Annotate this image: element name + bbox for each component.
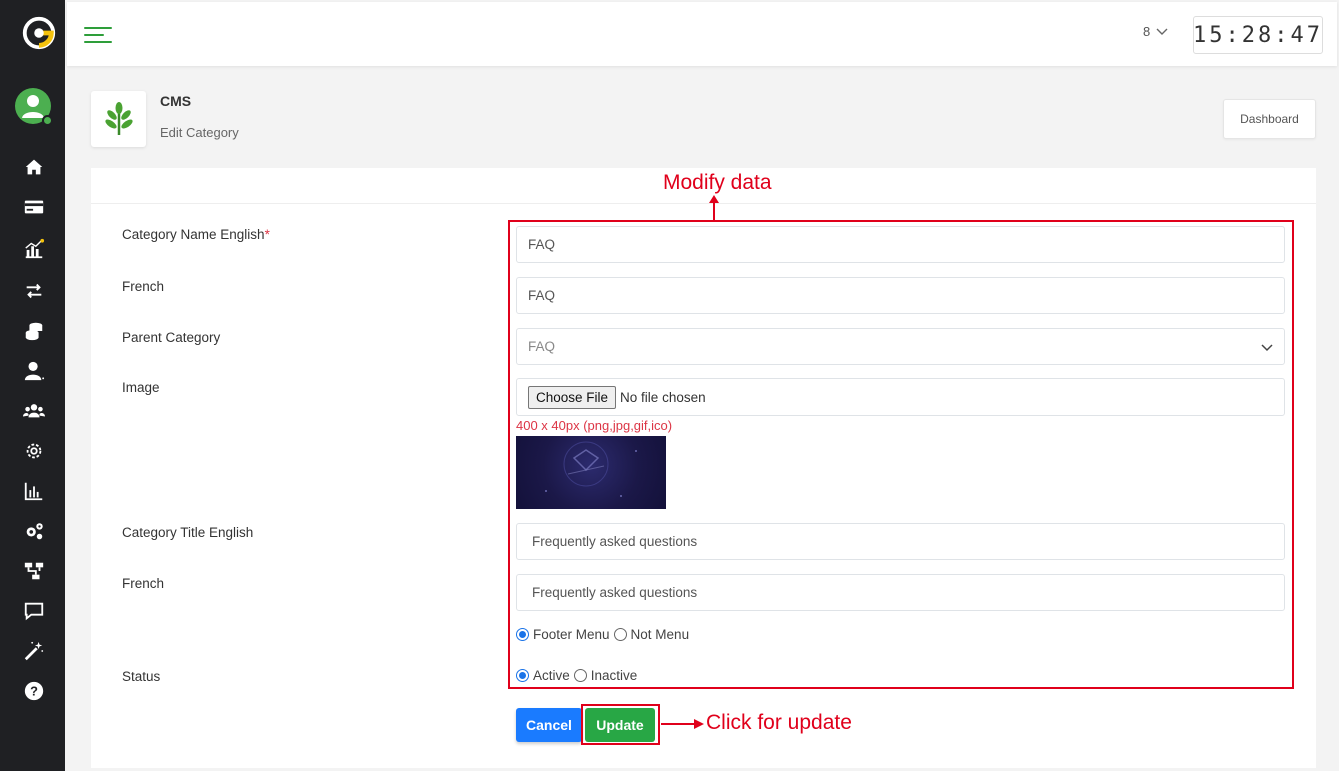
cogs-icon[interactable] bbox=[22, 519, 46, 543]
chevron-down-icon bbox=[1156, 28, 1168, 35]
category-name-label: Category Name English* bbox=[122, 227, 270, 242]
update-highlight-box bbox=[581, 704, 660, 745]
help-icon[interactable]: ? bbox=[22, 679, 46, 703]
arrow-up-icon bbox=[709, 195, 719, 221]
category-title-label: Category Title English bbox=[122, 525, 254, 540]
leaf-icon bbox=[104, 102, 133, 135]
sidebar: ? bbox=[0, 0, 65, 771]
cancel-button[interactable]: Cancel bbox=[516, 708, 582, 742]
online-status-dot bbox=[42, 115, 53, 126]
user-initial: 8 bbox=[1143, 24, 1151, 39]
coins-icon[interactable] bbox=[22, 319, 46, 343]
module-logo bbox=[91, 91, 146, 147]
arrow-right-icon bbox=[661, 719, 704, 729]
card-divider bbox=[91, 203, 1316, 204]
menu-toggle-icon[interactable] bbox=[84, 24, 114, 46]
image-label: Image bbox=[122, 380, 160, 395]
page-subtitle: Edit Category bbox=[160, 125, 239, 140]
bar-chart-icon[interactable] bbox=[22, 479, 46, 503]
comment-icon[interactable] bbox=[22, 599, 46, 623]
french-title-label: French bbox=[122, 576, 165, 591]
svg-text:?: ? bbox=[30, 684, 38, 699]
page-title: CMS bbox=[160, 93, 192, 109]
magic-wand-icon[interactable] bbox=[22, 639, 46, 663]
required-mark: * bbox=[264, 227, 270, 242]
update-annotation: Click for update bbox=[706, 711, 852, 734]
user-menu[interactable]: 8 bbox=[1143, 24, 1168, 39]
dashboard-button[interactable]: Dashboard bbox=[1223, 99, 1316, 139]
analytics-icon[interactable] bbox=[22, 237, 46, 261]
user-avatar[interactable] bbox=[15, 88, 53, 126]
top-bar: 8 15:28:47 bbox=[67, 2, 1337, 66]
transfer-icon[interactable] bbox=[22, 279, 46, 303]
users-icon[interactable] bbox=[22, 399, 46, 423]
french-name-label: French bbox=[122, 279, 165, 294]
modify-annotation: Modify data bbox=[663, 171, 772, 194]
digital-clock: 15:28:47 bbox=[1193, 16, 1323, 54]
parent-category-label: Parent Category bbox=[122, 330, 221, 345]
modify-highlight-box bbox=[508, 220, 1294, 689]
status-label: Status bbox=[122, 669, 161, 684]
brand-logo-icon[interactable] bbox=[20, 14, 58, 52]
home-icon[interactable] bbox=[22, 155, 46, 179]
settings-gear-icon[interactable] bbox=[22, 439, 46, 463]
card-icon[interactable] bbox=[22, 195, 46, 219]
user-tie-icon[interactable] bbox=[22, 359, 46, 383]
sitemap-icon[interactable] bbox=[22, 559, 46, 583]
